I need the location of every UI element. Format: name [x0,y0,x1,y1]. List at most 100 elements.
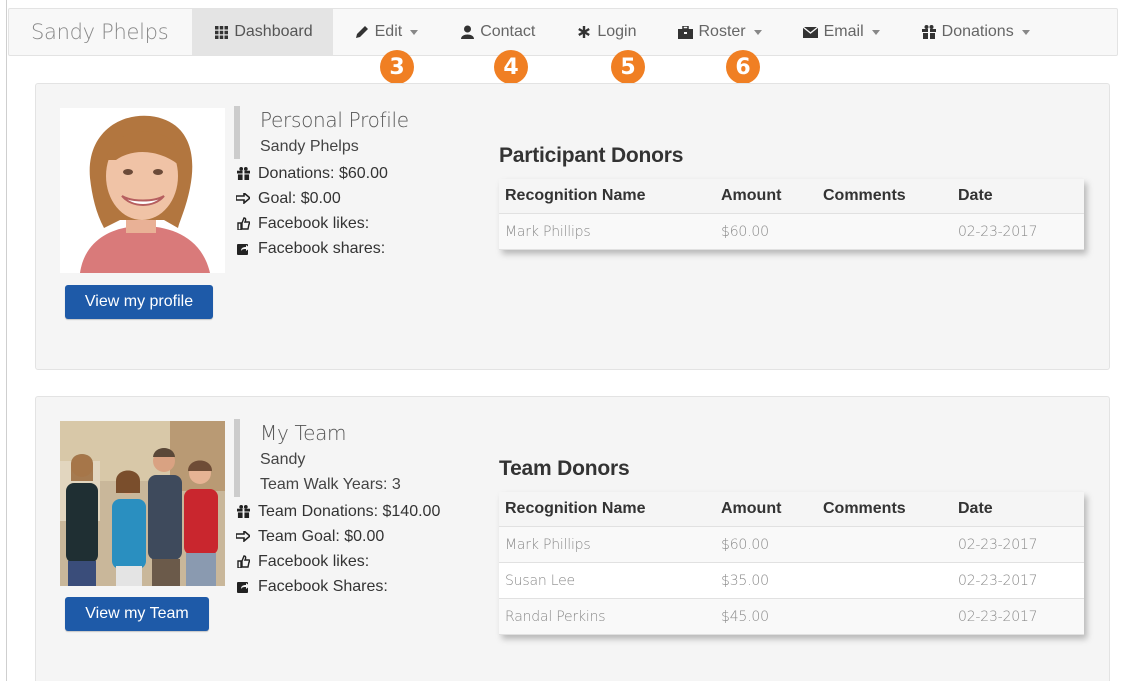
team-name: Sandy [260,451,306,468]
profile-fb-likes-text: Facebook likes: [258,215,370,232]
cell-amount: $35.00 [721,572,769,589]
chevron-down-icon [753,29,762,35]
pencil-icon [353,25,371,39]
chevron-down-icon [410,29,419,35]
nav-roster[interactable]: Roster [657,9,782,55]
window-edge [6,0,7,681]
team-photo [60,421,225,586]
team-donations: Team Donations: $140.00 [234,499,440,524]
cell-date: 02-23-2017 [958,536,1038,553]
team-info: My Team Sandy Team Walk Years: 3 Team Do… [234,419,440,599]
table-row: Susan Lee $35.00 02-23-2017 [499,563,1084,599]
team-walk-years: Team Walk Years: 3 [260,476,401,493]
profile-info: Personal Profile Sandy Phelps Donations:… [234,106,409,261]
top-navbar: Sandy Phelps Dashboard Edit Contact Logi… [8,8,1118,56]
team-donors-title: Team Donors [499,457,630,480]
table-row: Mark Phillips $60.00 02-23-2017 [499,214,1084,250]
step-badge-3: 3 [380,50,414,84]
chevron-down-icon [1021,29,1030,35]
share-icon [234,580,252,593]
brand-name[interactable]: Sandy Phelps [9,20,192,44]
cell-name: Susan Lee [505,572,575,589]
share-icon [234,242,252,255]
team-title: My Team [260,421,347,445]
column-header[interactable]: Recognition Name [499,500,715,518]
step-badge-4: 4 [494,50,528,84]
nav-email-label: Email [823,23,864,40]
team-donations-text: Team Donations: $140.00 [258,503,441,520]
asterisk-icon [575,26,593,38]
participant-donors-title: Participant Donors [499,144,684,167]
briefcase-icon [677,25,695,39]
profile-goal: Goal: $0.00 [234,186,409,211]
cell-amount: $60.00 [721,223,769,240]
table-row: Mark Phillips $60.00 02-23-2017 [499,527,1084,563]
view-profile-button[interactable]: View my profile [65,285,213,319]
step-badge-5: 5 [611,50,645,84]
team-fb-shares-text: Facebook Shares: [258,578,388,595]
team-goal-text: Team Goal: $0.00 [258,528,385,545]
view-team-button[interactable]: View my Team [65,597,209,631]
nav-login[interactable]: Login [555,9,656,55]
thumbs-up-icon [234,217,252,230]
profile-goal-text: Goal: $0.00 [258,190,341,207]
grid-icon [212,25,230,39]
profile-name: Sandy Phelps [260,138,359,155]
nav-email[interactable]: Email [782,9,900,55]
profile-photo [60,108,225,273]
cell-date: 02-23-2017 [958,572,1038,589]
profile-panel: View my profile Personal Profile Sandy P… [35,83,1110,370]
participant-donors-section: Participant Donors Recognition Name Amou… [499,144,1084,250]
cell-amount: $60.00 [721,536,769,553]
table-row: Randal Perkins $45.00 02-23-2017 [499,599,1084,635]
team-fb-likes-text: Facebook likes: [258,553,370,570]
cell-name: Mark Phillips [505,223,591,240]
nav-edit[interactable]: Edit [333,9,439,55]
column-header[interactable]: Amount [715,500,817,518]
column-header[interactable]: Recognition Name [499,187,715,205]
cell-amount: $45.00 [721,608,769,625]
gift-icon [234,505,252,518]
profile-title: Personal Profile [260,108,409,132]
table-header-row: Recognition Name Amount Comments Date [499,179,1084,214]
profile-donations-text: Donations: $60.00 [258,165,388,182]
gift-icon [234,167,252,180]
nav-donations[interactable]: Donations [900,9,1050,55]
team-fb-likes: Facebook likes: [234,549,440,574]
thumbs-up-icon [234,555,252,568]
nav-login-label: Login [597,23,637,40]
gift-icon [920,25,938,39]
team-fb-shares: Facebook Shares: [234,574,440,599]
hand-pointing-icon [234,531,252,542]
table-header-row: Recognition Name Amount Comments Date [499,492,1084,527]
nav-dashboard[interactable]: Dashboard [192,9,333,55]
column-header[interactable]: Comments [817,500,952,518]
team-donors-section: Team Donors Recognition Name Amount Comm… [499,457,1084,635]
profile-donations: Donations: $60.00 [234,161,409,186]
profile-fb-shares: Facebook shares: [234,236,409,261]
profile-fb-shares-text: Facebook shares: [258,240,386,257]
column-header[interactable]: Comments [817,187,952,205]
team-panel: View my Team My Team Sandy Team Walk Yea… [35,396,1110,681]
cell-date: 02-23-2017 [958,608,1038,625]
nav-roster-label: Roster [698,23,746,40]
column-header[interactable]: Amount [715,187,817,205]
column-header[interactable]: Date [952,187,1084,205]
profile-fb-likes: Facebook likes: [234,211,409,236]
team-donors-table: Recognition Name Amount Comments Date Ma… [499,492,1084,635]
user-icon [458,25,476,39]
cell-name: Mark Phillips [505,536,591,553]
hand-pointing-icon [234,193,252,204]
cell-name: Randal Perkins [505,608,606,625]
team-header: My Team Sandy Team Walk Years: 3 [234,419,440,497]
nav-contact-label: Contact [480,23,536,40]
nav-donations-label: Donations [941,23,1014,40]
cell-date: 02-23-2017 [958,223,1038,240]
nav-contact[interactable]: Contact [438,9,555,55]
envelope-icon [802,26,820,38]
participant-donors-table: Recognition Name Amount Comments Date Ma… [499,179,1084,250]
nav-edit-label: Edit [374,23,403,40]
column-header[interactable]: Date [952,500,1084,518]
chevron-down-icon [871,29,880,35]
team-goal: Team Goal: $0.00 [234,524,440,549]
